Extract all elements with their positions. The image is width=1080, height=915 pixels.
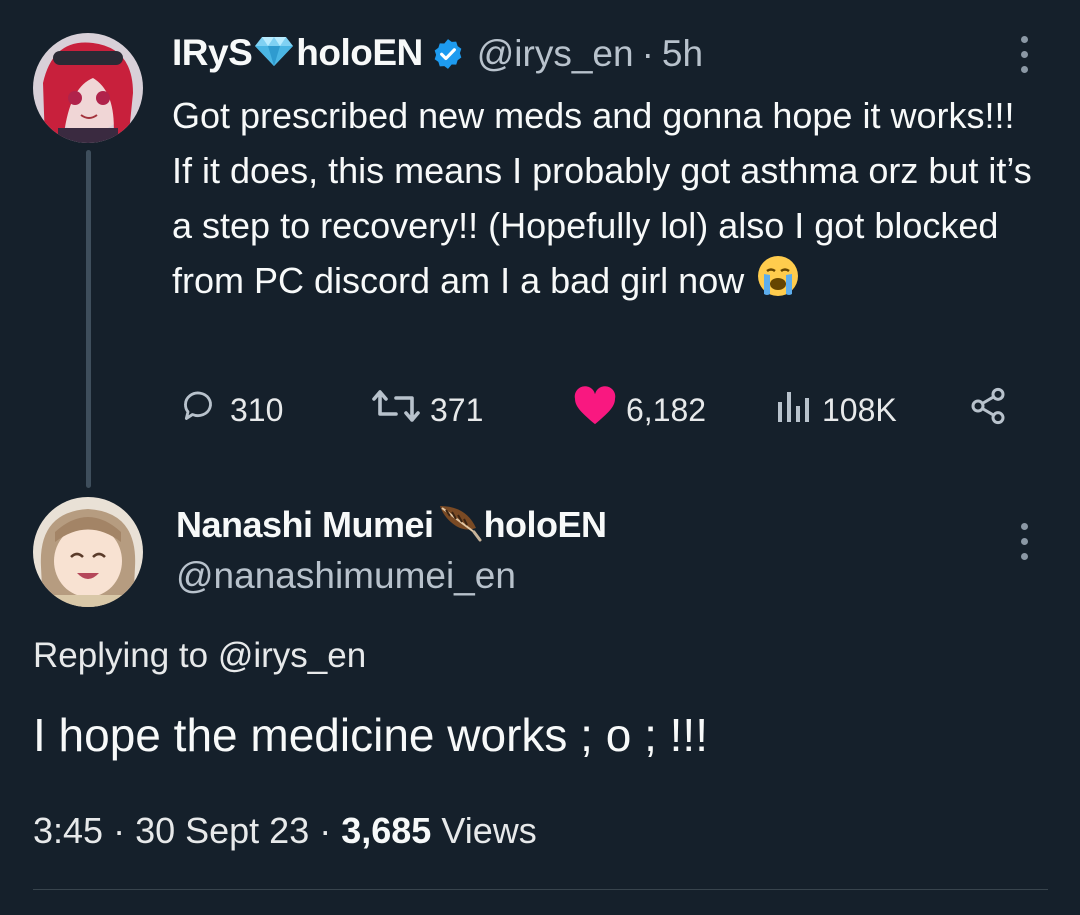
reply-text: I hope the medicine works ; o ; !!!: [33, 709, 708, 761]
reply-header: Nanashi Mumei holoEN: [176, 504, 607, 549]
reply-author-handle[interactable]: @nanashimumei_en: [176, 555, 516, 597]
tweet-time[interactable]: 5h: [662, 33, 703, 75]
heart-icon: [572, 386, 626, 434]
author-name-part1: IRyS: [172, 31, 253, 73]
verified-badge-icon: [431, 37, 465, 71]
reply-views-label: Views: [431, 810, 537, 851]
share-icon: [968, 386, 1016, 434]
crying-face-emoji-icon: [756, 254, 800, 313]
replying-handle-link[interactable]: @irys_en: [218, 636, 366, 675]
retweet-icon: [370, 386, 430, 434]
views-icon: [774, 386, 822, 434]
reply-icon: [174, 386, 230, 434]
replying-prefix: Replying to: [33, 636, 218, 675]
retweet-count: 371: [430, 391, 484, 428]
author-name-part2: holoEN: [296, 31, 423, 73]
views-count: 108K: [822, 391, 897, 428]
reply-date[interactable]: 30 Sept 23: [135, 810, 309, 851]
reply-time[interactable]: 3:45: [33, 810, 103, 851]
reply-views-count[interactable]: 3,685: [341, 810, 431, 851]
like-count: 6,182: [626, 391, 707, 428]
retweet-action[interactable]: 371: [370, 386, 483, 434]
diamond-emoji-icon: [254, 34, 294, 76]
mumei-avatar[interactable]: [33, 497, 143, 607]
meta-separator-2: ·: [309, 810, 342, 851]
tweet-header: IRyS holoEN @irys_en · 5h: [172, 30, 703, 78]
reply-more-icon[interactable]: [1014, 523, 1034, 560]
reply-author-name-part2: holoEN: [483, 503, 607, 545]
share-action[interactable]: [968, 386, 1016, 434]
meta-separator-1: ·: [103, 810, 136, 851]
tweet-text: Got prescribed new meds and gonna hope i…: [172, 88, 1032, 313]
reply-author-name-part1: Nanashi Mumei: [176, 503, 434, 545]
reply-action[interactable]: 310: [174, 386, 283, 434]
reply-meta: 3:45 · 30 Sept 23 · 3,685 Views: [33, 810, 537, 852]
tweet-actions: 310 371 6,182 108K: [174, 386, 1034, 434]
replying-to: Replying to @irys_en: [33, 636, 366, 676]
separator-dot: ·: [641, 33, 654, 74]
thread-connector-line: [86, 150, 91, 488]
views-action[interactable]: 108K: [774, 386, 897, 434]
author-handle[interactable]: @irys_en: [477, 33, 634, 75]
feather-emoji-icon: [436, 502, 482, 553]
author-name[interactable]: IRyS holoEN: [172, 32, 423, 76]
reply-count: 310: [230, 391, 284, 428]
divider: [33, 889, 1048, 890]
reply-author-name[interactable]: Nanashi Mumei holoEN: [176, 502, 607, 553]
tweet-text-content: Got prescribed new meds and gonna hope i…: [172, 95, 1042, 301]
tweet-more-icon[interactable]: [1014, 36, 1034, 73]
irys-avatar[interactable]: [33, 33, 143, 143]
like-action[interactable]: 6,182: [572, 386, 706, 434]
